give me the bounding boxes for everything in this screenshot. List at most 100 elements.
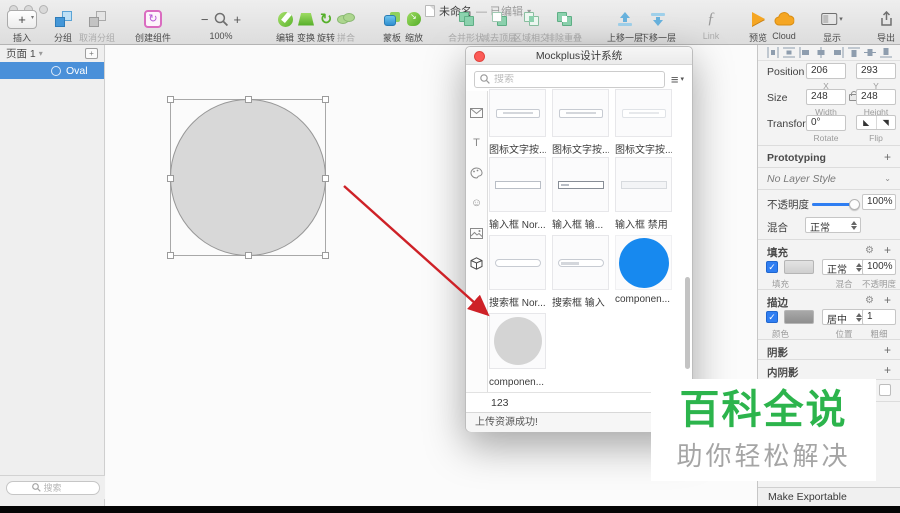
border-position-dropdown[interactable]: 居中 (822, 309, 866, 326)
transform-button[interactable]: 变换 (297, 9, 315, 44)
flatten-button[interactable]: 拼合 (336, 9, 355, 44)
border-color-swatch[interactable] (784, 310, 814, 324)
search-input[interactable] (43, 482, 74, 493)
fill-blend-dropdown[interactable]: 正常 (822, 259, 866, 276)
ungroup-button[interactable]: 取消分组 (79, 9, 115, 44)
intersect-button[interactable]: 区域相交 (513, 9, 549, 44)
x-field[interactable]: 206 (806, 63, 846, 79)
rotate-field[interactable]: 0° (806, 115, 846, 131)
cloud-button[interactable]: Cloud (772, 9, 796, 41)
resize-handle-sw[interactable] (167, 252, 174, 259)
add-page-button[interactable]: + (85, 48, 98, 59)
component-card[interactable]: 输入框 输... (552, 157, 609, 231)
zoom-out-icon[interactable]: − (201, 12, 209, 27)
tab-components-icon[interactable] (469, 255, 485, 271)
opacity-slider[interactable] (812, 199, 860, 210)
opacity-value-field[interactable]: 100% (862, 194, 896, 210)
tab-smiley-icon[interactable]: ☺ (469, 195, 485, 211)
layer-search-field[interactable] (5, 480, 100, 495)
add-shadow-icon[interactable]: + (884, 343, 891, 357)
component-card[interactable]: 图标文字按... (552, 89, 609, 156)
add-icon[interactable]: + (884, 150, 891, 164)
resize-handle-n[interactable] (245, 96, 252, 103)
tab-image-icon[interactable] (469, 225, 485, 241)
align-middle-vertical-icon[interactable] (863, 47, 876, 58)
add-border-icon[interactable]: + (884, 293, 891, 307)
border-checkbox[interactable]: ✓ (766, 311, 778, 323)
panel-titlebar[interactable]: Mockplus设计系统 (466, 47, 692, 65)
blur-checkbox[interactable] (879, 384, 891, 396)
zoom-window-button[interactable] (39, 5, 48, 14)
panel-scrollbar[interactable] (685, 277, 690, 369)
preview-button[interactable]: 预览 (749, 9, 767, 44)
blend-dropdown[interactable]: 正常 (805, 217, 861, 234)
resize-handle-se[interactable] (322, 252, 329, 259)
add-fill-icon[interactable]: + (884, 243, 891, 257)
align-left-icon[interactable] (799, 47, 811, 58)
edit-button[interactable]: 编辑 (276, 9, 294, 44)
gray-circle-thumbnail (493, 317, 542, 365)
insert-button[interactable]: + ▾ 插入 (7, 9, 37, 44)
show-button[interactable]: ▾ 显示 (821, 9, 843, 44)
y-field[interactable]: 293 (856, 63, 896, 79)
close-icon[interactable] (474, 51, 485, 62)
component-card[interactable]: 图标文字按... (489, 89, 546, 156)
resize-handle-ne[interactable] (322, 96, 329, 103)
tab-palette-icon[interactable] (469, 165, 485, 181)
resize-handle-w[interactable] (167, 175, 174, 182)
height-field[interactable]: 248 (856, 89, 896, 105)
distribute-vertical-icon[interactable] (783, 47, 796, 58)
zoom-in-icon[interactable]: + (234, 12, 242, 27)
component-card[interactable]: 图标文字按... (615, 89, 672, 156)
page-list-item[interactable]: 页面 1 ▾ + (0, 45, 104, 62)
gear-icon[interactable]: ⚙ (865, 295, 874, 306)
flip-vertical-icon[interactable]: ◥ (877, 116, 896, 129)
add-inner-shadow-icon[interactable]: + (884, 363, 891, 377)
oval-shape[interactable] (170, 99, 326, 256)
component-card[interactable]: 搜索框 Nor... (489, 235, 546, 309)
create-symbol-button[interactable]: ↻ 创建组件 (135, 9, 171, 44)
align-bottom-icon[interactable] (879, 47, 892, 58)
component-card[interactable]: 输入框 Nor... (489, 157, 546, 231)
component-card[interactable]: componen... (489, 313, 546, 388)
make-exportable-button[interactable]: Make Exportable + (758, 487, 900, 507)
border-width-field[interactable]: 1 (862, 309, 896, 325)
resize-handle-nw[interactable] (167, 96, 174, 103)
scale-button[interactable]: 缩放 (405, 9, 423, 44)
width-field[interactable]: 248 (806, 89, 846, 105)
rotate-button[interactable]: ↻ 旋转 (317, 9, 335, 44)
resize-handle-e[interactable] (322, 175, 329, 182)
component-card[interactable]: 输入框 禁用 (615, 157, 672, 231)
export-button[interactable]: 导出 (877, 9, 895, 44)
zoom-control[interactable]: − + 100% (201, 9, 242, 42)
search-input[interactable] (494, 73, 659, 85)
distribute-horizontal-icon[interactable] (767, 47, 779, 58)
subtract-button[interactable]: 减去顶层 (481, 9, 517, 44)
resize-handle-s[interactable] (245, 252, 252, 259)
align-right-icon[interactable] (832, 47, 844, 58)
flip-horizontal-icon[interactable]: ◣ (857, 116, 877, 129)
align-top-icon[interactable] (847, 47, 860, 58)
tab-envelope-icon[interactable] (469, 105, 485, 121)
component-card[interactable]: 搜索框 输入 (552, 235, 609, 309)
difference-button[interactable]: 排除重叠 (546, 9, 582, 44)
component-search-field[interactable] (474, 70, 665, 88)
fill-opacity-field[interactable]: 100% (862, 259, 896, 275)
move-forward-button[interactable]: 上移一层 (607, 9, 643, 44)
panel-menu-button[interactable]: ≡ ▾ (671, 72, 684, 87)
tab-text-icon[interactable]: T (469, 135, 485, 151)
move-backward-button[interactable]: 下移一层 (640, 9, 676, 44)
component-card[interactable]: componen... (615, 235, 672, 305)
union-button[interactable]: 合并形状 (448, 9, 484, 44)
group-button[interactable]: 分组 (54, 9, 72, 44)
mask-button[interactable]: 蒙板 (383, 9, 401, 44)
fill-checkbox[interactable]: ✓ (766, 261, 778, 273)
layer-style-dropdown[interactable]: No Layer Style (767, 173, 836, 185)
fill-color-swatch[interactable] (784, 260, 814, 274)
link-button[interactable]: ƒ Link (703, 9, 720, 41)
flip-buttons[interactable]: ◣ ◥ (856, 115, 896, 130)
slider-knob[interactable] (849, 199, 860, 210)
gear-icon[interactable]: ⚙ (865, 245, 874, 256)
layer-list-item-oval[interactable]: Oval (0, 62, 104, 79)
align-center-horizontal-icon[interactable] (815, 47, 827, 58)
